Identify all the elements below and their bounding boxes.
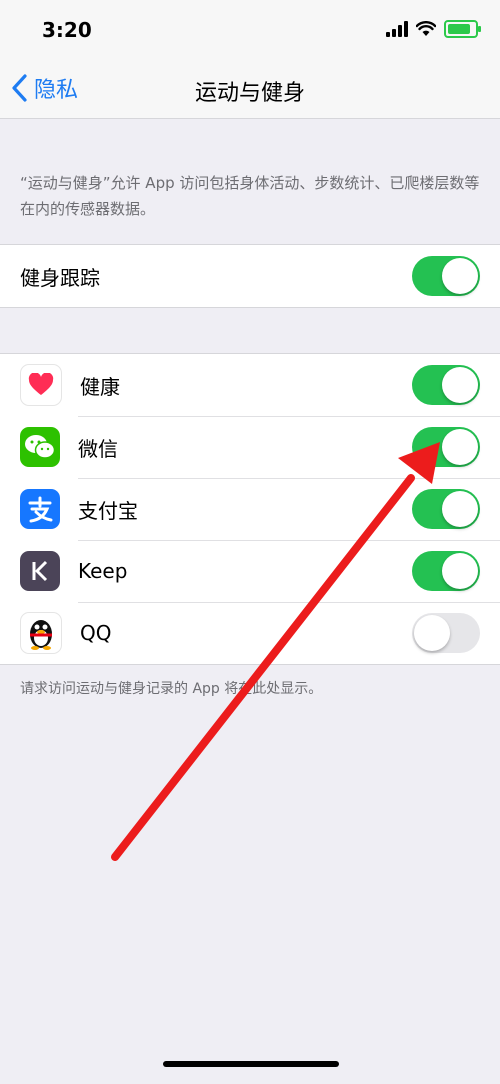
- app-name: 健康: [80, 374, 120, 399]
- navigation-bar: 隐私 运动与健身: [0, 60, 500, 119]
- fitness-tracking-label: 健身跟踪: [20, 265, 100, 290]
- privacy-description: “运动与健身”允许 App 访问包括身体活动、步数统计、已爬楼层数等在内的传感器…: [20, 174, 480, 218]
- home-indicator[interactable]: [163, 1061, 339, 1067]
- status-time: 3:20: [42, 18, 92, 42]
- health-toggle[interactable]: [412, 365, 480, 405]
- health-heart-icon: [20, 364, 62, 406]
- signal-icon: [386, 21, 408, 37]
- qq-penguin-icon: [20, 612, 62, 654]
- app-name: 支付宝: [78, 498, 138, 523]
- battery-charging-icon: [444, 20, 481, 38]
- wechat-toggle[interactable]: [412, 427, 480, 467]
- fitness-tracking-row: 健身跟踪: [0, 245, 500, 307]
- footer-note: 请求访问运动与健身记录的 App 将在此处显示。: [20, 681, 323, 697]
- app-name: Keep: [78, 559, 128, 583]
- app-row-keep: Keep: [0, 540, 500, 602]
- app-row-health: 健康: [0, 354, 500, 416]
- wifi-icon: [416, 21, 436, 36]
- wechat-icon: [20, 427, 60, 467]
- fitness-tracking-group: 健身跟踪: [0, 244, 500, 308]
- keep-toggle[interactable]: [412, 551, 480, 591]
- alipay-icon: [20, 489, 60, 529]
- app-name: QQ: [80, 621, 112, 645]
- apps-list: 健康 微信 支付宝 Keep QQ: [0, 353, 500, 665]
- page-title: 运动与健身: [194, 81, 305, 106]
- app-row-qq: QQ: [0, 602, 500, 664]
- status-icons: [386, 20, 481, 38]
- app-name: 微信: [78, 436, 118, 461]
- alipay-toggle[interactable]: [412, 489, 480, 529]
- fitness-tracking-toggle[interactable]: [412, 256, 480, 296]
- app-row-alipay: 支付宝: [0, 478, 500, 540]
- qq-toggle[interactable]: [412, 613, 480, 653]
- app-row-wechat: 微信: [0, 416, 500, 478]
- status-bar: 3:20: [0, 0, 500, 60]
- keep-icon: [20, 551, 60, 591]
